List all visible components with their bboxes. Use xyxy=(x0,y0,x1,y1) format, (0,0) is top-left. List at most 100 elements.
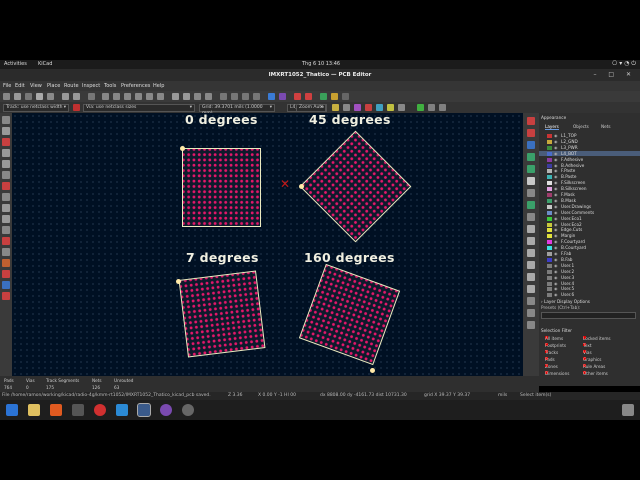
layer-row[interactable]: ◉ User.4 xyxy=(539,281,640,286)
menu-tools[interactable]: Tools xyxy=(104,83,116,89)
tab-objects[interactable]: Objects xyxy=(573,124,589,129)
layer-row[interactable]: ◉ F.Adhesive xyxy=(539,157,640,162)
terminal-icon[interactable] xyxy=(72,404,84,416)
layer-row[interactable]: ◉ F.Fab xyxy=(539,251,640,256)
sublime-icon[interactable] xyxy=(50,404,62,416)
plot-icon[interactable] xyxy=(47,93,54,100)
presets-select[interactable] xyxy=(541,312,636,319)
draw-rect-icon[interactable] xyxy=(527,249,535,257)
net-inspector-icon[interactable] xyxy=(354,104,361,111)
draw-arc-icon[interactable] xyxy=(527,237,535,245)
mirror-h-icon[interactable] xyxy=(205,93,212,100)
menu-inspect[interactable]: Inspect xyxy=(82,83,100,89)
layer-row[interactable]: ◉ User.2 xyxy=(539,269,640,274)
eye-icon[interactable]: ◉ xyxy=(554,168,558,173)
grid-toggle-icon[interactable] xyxy=(2,127,10,135)
clock[interactable]: Thg 6 10 13:46 xyxy=(302,61,340,67)
delete-icon[interactable] xyxy=(527,309,535,317)
layer-row[interactable]: ◉ B.Fab xyxy=(539,257,640,262)
layer-row[interactable]: ◉ B.Silkscreen xyxy=(539,186,640,192)
show-board-icon[interactable] xyxy=(417,104,424,111)
zone-outline-icon[interactable] xyxy=(2,215,10,223)
menu-file[interactable]: File xyxy=(3,83,11,89)
scripting-icon[interactable] xyxy=(331,93,338,100)
unlock-icon[interactable] xyxy=(253,93,260,100)
eye-icon[interactable]: ◉ xyxy=(554,281,558,286)
footprint-fill-icon[interactable] xyxy=(2,292,10,300)
eye-icon[interactable]: ◉ xyxy=(554,192,558,197)
zoom-fit-icon[interactable] xyxy=(135,93,142,100)
footprint-editor-icon[interactable] xyxy=(268,93,275,100)
layer-color-swatch[interactable] xyxy=(547,151,552,156)
eye-icon[interactable]: ◉ xyxy=(554,204,558,209)
layer-color-swatch[interactable] xyxy=(547,163,552,168)
layer-row[interactable]: ◉ L4_BOT xyxy=(539,150,640,157)
app-menu[interactable]: KiCad xyxy=(38,61,52,67)
layer-row[interactable]: ◉ F.Mask xyxy=(539,192,640,197)
eye-icon[interactable]: ◉ xyxy=(554,245,558,250)
eye-icon[interactable]: ◉ xyxy=(554,239,558,244)
3d-viewer-icon[interactable] xyxy=(320,93,327,100)
polar-coords-icon[interactable] xyxy=(2,138,10,146)
draw-polygon-icon[interactable] xyxy=(527,273,535,281)
via-sketch-icon[interactable] xyxy=(2,237,10,245)
pcb-canvas[interactable]: 0 degrees 45 degrees 7 degrees 160 degre… xyxy=(12,113,523,376)
bga-footprint-7deg[interactable] xyxy=(178,270,266,358)
layer-color-swatch[interactable] xyxy=(547,157,552,162)
tune-length-icon[interactable] xyxy=(527,177,535,185)
eye-icon[interactable]: ◉ xyxy=(554,139,558,144)
layer-color-swatch[interactable] xyxy=(547,210,552,215)
curved-ratsnest-icon[interactable] xyxy=(2,193,10,201)
search-icon[interactable] xyxy=(88,93,95,100)
layer-color-swatch[interactable] xyxy=(547,181,552,186)
eye-icon[interactable]: ◉ xyxy=(554,198,558,203)
layer-color-swatch[interactable] xyxy=(547,198,552,203)
eye-icon[interactable]: ◉ xyxy=(554,157,558,162)
layer-color-swatch[interactable] xyxy=(547,263,552,268)
layer-color-swatch[interactable] xyxy=(547,287,552,292)
layer-color-swatch[interactable] xyxy=(547,246,552,251)
redo-icon[interactable] xyxy=(73,93,80,100)
layer-row[interactable]: ◉ User.Eco2 xyxy=(539,222,640,227)
add-footprint-icon[interactable] xyxy=(527,141,535,149)
units-mm-icon[interactable] xyxy=(2,160,10,168)
layer-row[interactable]: ◉ L2_GND xyxy=(539,139,640,144)
layer-color-swatch[interactable] xyxy=(547,293,552,298)
zoom-select[interactable]: Zoom Auto ▾ xyxy=(296,104,326,112)
menu-route[interactable]: Route xyxy=(64,83,79,89)
layer-color-swatch[interactable] xyxy=(547,139,552,144)
layer-row[interactable]: ◉ F.Courtyard xyxy=(539,239,640,245)
layer-row[interactable]: ◉ User.1 xyxy=(539,263,640,268)
bga-footprint-0deg[interactable] xyxy=(182,148,261,227)
zone-fill-icon[interactable] xyxy=(2,204,10,212)
menu-edit[interactable]: Edit xyxy=(15,83,25,89)
eye-icon[interactable]: ◉ xyxy=(554,180,558,185)
activities-button[interactable]: Activities xyxy=(4,61,27,67)
appearance-panel-icon[interactable] xyxy=(2,281,10,289)
viber-icon[interactable] xyxy=(160,404,172,416)
layer-color-swatch[interactable] xyxy=(547,281,552,286)
menu-place[interactable]: Place xyxy=(47,83,60,89)
menu-view[interactable]: View xyxy=(30,83,42,89)
group-icon[interactable] xyxy=(220,93,227,100)
menu-preferences[interactable]: Preferences xyxy=(121,83,150,89)
highlight-net-icon[interactable] xyxy=(343,104,350,111)
eye-icon[interactable]: ◉ xyxy=(554,133,558,138)
eye-icon[interactable]: ◉ xyxy=(554,210,558,215)
save-icon[interactable] xyxy=(14,93,21,100)
layer-color-swatch[interactable] xyxy=(547,257,552,262)
window-controls[interactable]: – □ ✕ xyxy=(593,71,636,78)
select-icon[interactable] xyxy=(527,117,535,125)
length-tune-icon[interactable] xyxy=(387,104,394,111)
footprint-browser-icon[interactable] xyxy=(279,93,286,100)
high-contrast-icon[interactable] xyxy=(2,259,10,267)
add-via-icon[interactable] xyxy=(527,189,535,197)
eye-icon[interactable]: ◉ xyxy=(554,251,558,256)
eye-icon[interactable]: ◉ xyxy=(554,286,558,291)
layer-color-swatch[interactable] xyxy=(547,204,552,209)
plugin-icon[interactable] xyxy=(342,93,349,100)
layer-color-swatch[interactable] xyxy=(547,134,552,138)
bga-footprint-45deg[interactable] xyxy=(299,130,412,243)
layer-row[interactable]: ◉ User.6 xyxy=(539,292,640,298)
layer-row[interactable]: ◉ User.Drawings xyxy=(539,204,640,209)
